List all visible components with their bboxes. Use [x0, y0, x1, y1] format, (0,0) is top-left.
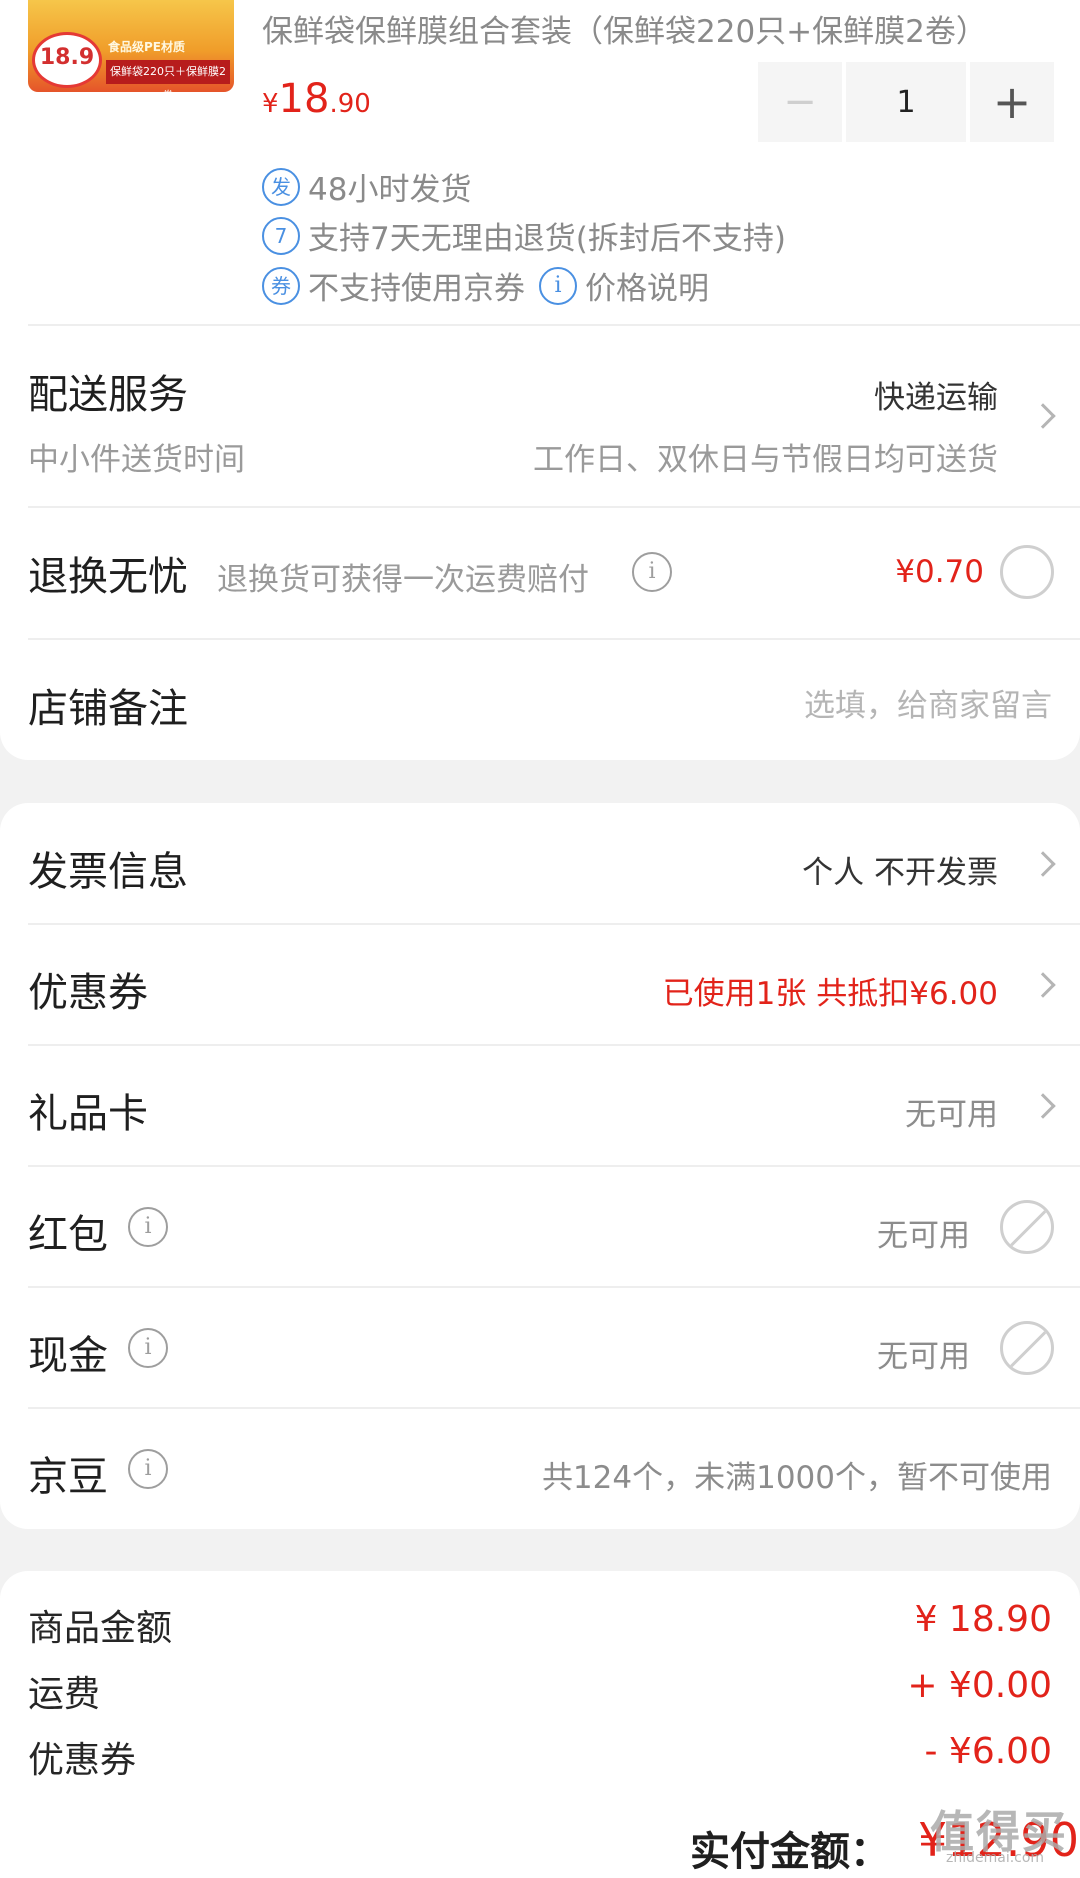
- product-title[interactable]: 保鲜袋保鲜膜组合套装（保鲜袋220只+保鲜膜2卷）: [262, 6, 987, 51]
- price-currency: ¥: [262, 89, 279, 119]
- disabled-icon: [1000, 1200, 1054, 1254]
- watermark-logo: 值得买 zhidemai.com: [930, 1796, 1068, 1866]
- return-insurance-price: ¥0.70: [895, 554, 984, 590]
- summary-value-goods: ¥ 18.90: [914, 1599, 1052, 1640]
- product-image-tagline: 保鲜袋220只＋保鲜膜2卷: [106, 60, 230, 92]
- price-integer: 18: [278, 76, 330, 122]
- info-icon[interactable]: i: [539, 266, 577, 305]
- divider: [28, 1407, 1080, 1409]
- summary-value-coupon: - ¥6.00: [924, 1731, 1053, 1772]
- return-insurance-label: 退换无忧: [28, 554, 188, 600]
- order-summary-card: 商品金额 ¥ 18.90 运费 + ¥0.00 优惠券 - ¥6.00 实付金额…: [0, 1571, 1080, 1878]
- return-insurance-desc: 退换货可获得一次运费赔付: [217, 562, 589, 598]
- quantity-stepper: − 1 +: [758, 62, 1054, 142]
- feature-coupon: 券 不支持使用京券 i 价格说明: [262, 263, 709, 308]
- info-icon[interactable]: i: [128, 1207, 168, 1247]
- gift-card-value[interactable]: 无可用: [905, 1089, 998, 1134]
- seven-day-return-icon: 7: [262, 216, 300, 255]
- divider: [28, 923, 1080, 925]
- cash-label: 现金: [28, 1333, 108, 1379]
- product-image-price-badge: 18.9: [32, 32, 102, 88]
- info-icon[interactable]: i: [632, 552, 672, 592]
- summary-label-shipping: 运费: [28, 1674, 101, 1715]
- product-price: ¥18.90: [262, 76, 371, 122]
- payment-options-card: 发票信息 个人 不开发票 优惠券 已使用1张 共抵扣¥6.00 礼品卡 无可用 …: [0, 803, 1080, 1529]
- feature-return: 7 支持7天无理由退货(拆封后不支持): [262, 213, 786, 258]
- info-icon[interactable]: i: [128, 1449, 168, 1489]
- invoice-value[interactable]: 个人 不开发票: [802, 847, 998, 892]
- product-thumbnail[interactable]: 食品级PE材质 18.9 保鲜袋220只＋保鲜膜2卷: [28, 0, 234, 92]
- shipping-badge-icon: 发: [262, 167, 300, 206]
- divider: [28, 1286, 1080, 1288]
- invoice-label: 发票信息: [28, 849, 188, 895]
- product-image-label: 食品级PE材质: [108, 40, 185, 54]
- chevron-right-icon[interactable]: [1030, 1093, 1056, 1119]
- cash-value: 无可用: [877, 1339, 970, 1375]
- red-packet-value: 无可用: [877, 1218, 970, 1254]
- delivery-time-label: 中小件送货时间: [28, 442, 245, 478]
- chevron-right-icon[interactable]: [1030, 851, 1056, 877]
- delivery-label: 配送服务: [28, 372, 188, 418]
- feature-shipping: 发 48小时发货: [262, 164, 471, 209]
- return-insurance-checkbox[interactable]: [1000, 545, 1054, 599]
- price-decimal: .90: [329, 89, 371, 119]
- price-note-link[interactable]: 价格说明: [585, 263, 709, 308]
- chevron-right-icon[interactable]: [1030, 972, 1056, 998]
- feature-coupon-text: 不支持使用京券: [308, 271, 525, 307]
- store-note-label: 店铺备注: [28, 686, 188, 732]
- store-note-input[interactable]: 选填，给商家留言: [804, 680, 1052, 725]
- jingdou-value: 共124个，未满1000个，暂不可使用: [541, 1460, 1052, 1496]
- divider: [28, 506, 1080, 508]
- divider: [28, 1044, 1080, 1046]
- delivery-method[interactable]: 快递运输: [874, 372, 998, 417]
- total-label: 实付金额：: [690, 1829, 890, 1875]
- feature-return-text: 支持7天无理由退货(拆封后不支持): [308, 221, 786, 257]
- summary-label-goods: 商品金额: [28, 1608, 173, 1649]
- disabled-icon: [1000, 1321, 1054, 1375]
- divider: [28, 324, 1080, 326]
- quantity-decrease-button[interactable]: −: [758, 62, 842, 142]
- feature-shipping-text: 48小时发货: [308, 172, 472, 208]
- coupon-label: 优惠券: [28, 970, 148, 1016]
- info-icon[interactable]: i: [128, 1328, 168, 1368]
- coupon-value[interactable]: 已使用1张 共抵扣¥6.00: [663, 968, 998, 1013]
- delivery-time-value: 工作日、双休日与节假日均可送货: [533, 442, 998, 478]
- coupon-badge-icon: 券: [262, 266, 300, 305]
- summary-label-coupon: 优惠券: [28, 1740, 137, 1781]
- quantity-input[interactable]: 1: [846, 62, 966, 142]
- jingdou-label: 京豆: [28, 1454, 108, 1500]
- divider: [28, 638, 1080, 640]
- summary-value-shipping: + ¥0.00: [907, 1665, 1052, 1706]
- chevron-right-icon[interactable]: [1030, 403, 1056, 429]
- watermark-url: zhidemai.com: [946, 1850, 1045, 1866]
- red-packet-label: 红包: [28, 1212, 108, 1258]
- divider: [28, 1165, 1080, 1167]
- quantity-increase-button[interactable]: +: [970, 62, 1054, 142]
- gift-card-label: 礼品卡: [28, 1091, 148, 1137]
- order-items-card: 食品级PE材质 18.9 保鲜袋220只＋保鲜膜2卷 保鲜袋保鲜膜组合套装（保鲜…: [0, 0, 1080, 760]
